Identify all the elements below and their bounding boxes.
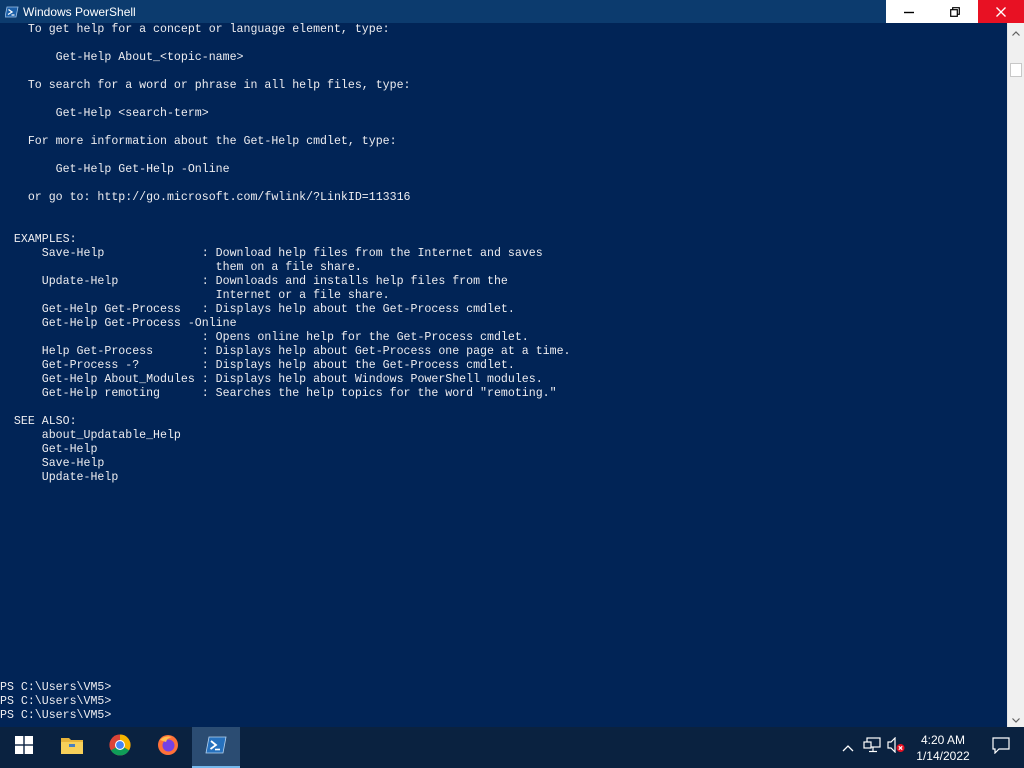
console-output: To get help for a concept or language el… bbox=[0, 23, 571, 485]
console-line: Get-Help remoting : Searches the help to… bbox=[0, 387, 557, 400]
prompt-line: PS C:\Users\VM5> bbox=[0, 681, 112, 694]
close-button[interactable] bbox=[978, 0, 1024, 23]
chevron-down-icon bbox=[1012, 710, 1020, 728]
powershell-icon bbox=[205, 736, 227, 759]
console-line bbox=[0, 149, 571, 163]
restore-button[interactable] bbox=[932, 0, 978, 23]
prompt-line: PS C:\Users\VM5> bbox=[0, 709, 112, 722]
action-center-icon bbox=[992, 736, 1010, 759]
chrome-button[interactable] bbox=[96, 727, 144, 768]
console-line: Get-Help Get-Process : Displays help abo… bbox=[0, 303, 515, 316]
window-controls bbox=[886, 0, 1024, 23]
minimize-icon bbox=[904, 7, 914, 17]
firefox-button[interactable] bbox=[144, 727, 192, 768]
console-area[interactable]: To get help for a concept or language el… bbox=[0, 23, 1007, 727]
console-line bbox=[0, 121, 571, 135]
console-line: To get help for a concept or language el… bbox=[0, 23, 390, 36]
minimize-button[interactable] bbox=[886, 0, 932, 23]
close-icon bbox=[996, 6, 1006, 17]
title-bar[interactable]: Windows PowerShell bbox=[0, 0, 1024, 23]
console-line: Get-Help bbox=[0, 443, 98, 456]
system-tray: 4:20 AM 1/14/2022 bbox=[836, 727, 1024, 768]
prompt-line: PS C:\Users\VM5> bbox=[0, 695, 112, 708]
start-button[interactable] bbox=[0, 727, 48, 768]
console-line: To search for a word or phrase in all he… bbox=[0, 79, 411, 92]
volume-muted-icon bbox=[887, 736, 905, 758]
volume-button[interactable] bbox=[884, 727, 908, 768]
scroll-down-button[interactable] bbox=[1008, 710, 1024, 727]
console-line: Get-Help Get-Process -Online bbox=[0, 317, 237, 330]
powershell-icon bbox=[4, 4, 20, 20]
console-line: them on a file share. bbox=[0, 261, 362, 274]
console-line: Get-Help <search-term> bbox=[0, 107, 209, 120]
restore-icon bbox=[950, 6, 960, 17]
scroll-up-button[interactable] bbox=[1008, 23, 1024, 40]
scroll-thumb[interactable] bbox=[1010, 63, 1022, 77]
console-line: SEE ALSO: bbox=[0, 415, 77, 428]
vertical-scrollbar[interactable] bbox=[1007, 23, 1024, 727]
console-line: Update-Help : Downloads and installs hel… bbox=[0, 275, 508, 288]
console-line bbox=[0, 37, 571, 51]
console-line bbox=[0, 93, 571, 107]
console-line: Help Get-Process : Displays help about G… bbox=[0, 345, 571, 358]
chevron-up-icon bbox=[842, 739, 854, 757]
console-line bbox=[0, 65, 571, 79]
chevron-up-icon bbox=[1012, 23, 1020, 41]
console-line: Save-Help bbox=[0, 457, 105, 470]
firefox-icon bbox=[157, 734, 179, 761]
console-line: Save-Help : Download help files from the… bbox=[0, 247, 543, 260]
console-line: Get-Help About_<topic-name> bbox=[0, 51, 244, 64]
console-prompts: PS C:\Users\VM5> PS C:\Users\VM5> PS C:\Us… bbox=[0, 681, 111, 723]
clock-time: 4:20 AM bbox=[920, 732, 966, 747]
console-line: EXAMPLES: bbox=[0, 233, 77, 246]
console-line bbox=[0, 205, 571, 219]
clock[interactable]: 4:20 AM 1/14/2022 bbox=[908, 727, 978, 768]
windows-logo-icon bbox=[15, 736, 33, 759]
console-line bbox=[0, 177, 571, 191]
console-line: or go to: http://go.microsoft.com/fwlink… bbox=[0, 191, 411, 204]
console-line: Get-Help About_Modules : Displays help a… bbox=[0, 373, 543, 386]
file-explorer-button[interactable] bbox=[48, 727, 96, 768]
console-line: : Opens online help for the Get-Process … bbox=[0, 331, 529, 344]
show-hidden-icons-button[interactable] bbox=[836, 727, 860, 768]
console-line bbox=[0, 219, 571, 233]
action-center-button[interactable] bbox=[978, 727, 1024, 768]
clock-date: 1/14/2022 bbox=[916, 748, 970, 763]
window-title: Windows PowerShell bbox=[23, 4, 136, 19]
folder-icon bbox=[60, 735, 84, 760]
network-icon bbox=[863, 737, 881, 758]
console-line: about_Updatable_Help bbox=[0, 429, 181, 442]
console-line: Internet or a file share. bbox=[0, 289, 390, 302]
console-line: Get-Process -? : Displays help about the… bbox=[0, 359, 515, 372]
console-line: Update-Help bbox=[0, 471, 119, 484]
chrome-icon bbox=[109, 734, 131, 761]
network-button[interactable] bbox=[860, 727, 884, 768]
console-line: For more information about the Get-Help … bbox=[0, 135, 397, 148]
taskbar: 4:20 AM 1/14/2022 bbox=[0, 727, 1024, 768]
powershell-taskbar-button[interactable] bbox=[192, 727, 240, 768]
console-line: Get-Help Get-Help -Online bbox=[0, 163, 230, 176]
console-line bbox=[0, 401, 571, 415]
